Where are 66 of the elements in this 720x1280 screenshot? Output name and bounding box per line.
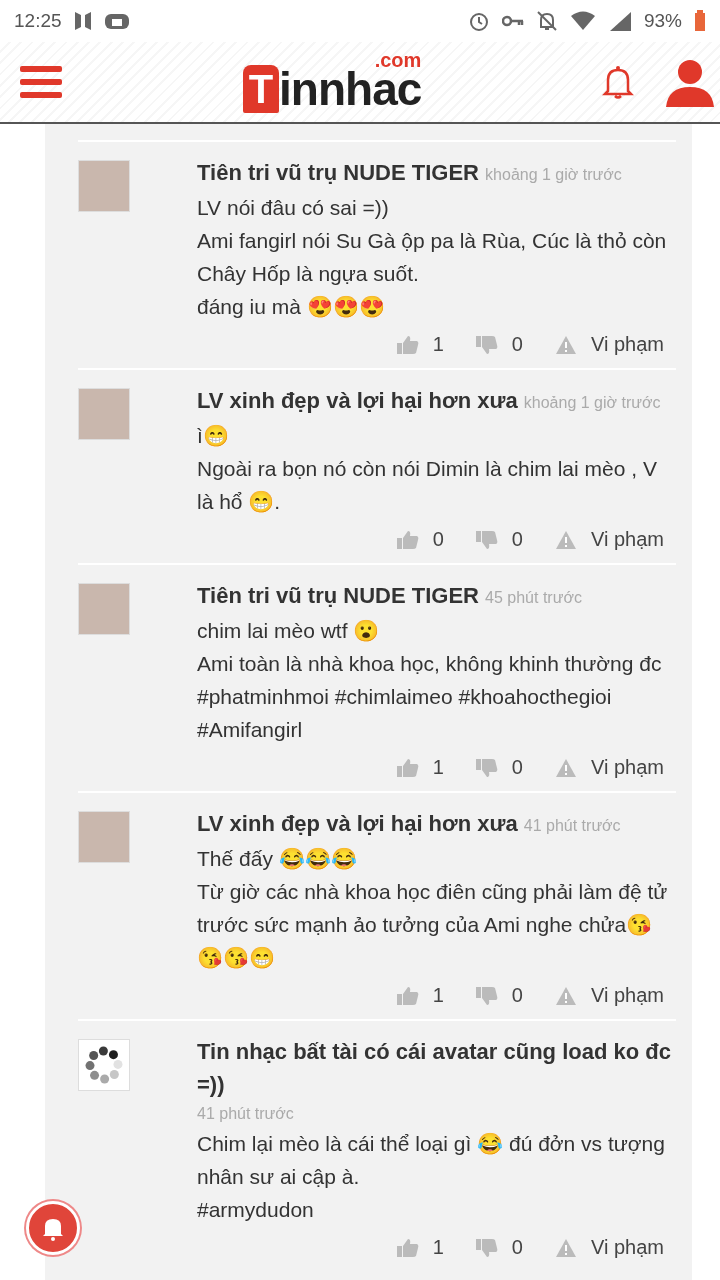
avatar-photo-placeholder[interactable] — [78, 583, 130, 635]
thumbs-down-icon[interactable] — [475, 985, 498, 1006]
mute-icon — [535, 10, 558, 32]
comment-text: #armydudon — [197, 1197, 315, 1223]
thumbs-up-icon[interactable] — [396, 985, 419, 1006]
comment-text: #phatminhmoi #chimlaimeo #khoahocthegioi #Amifangirl — [197, 684, 613, 743]
thumbs-down-icon[interactable] — [475, 1237, 498, 1258]
battery-percent: 93% — [643, 10, 682, 32]
dislike-count: 0 — [511, 1236, 523, 1259]
comment-text: Thế đấy 😂😂😂 — [197, 846, 358, 872]
comment-author[interactable]: LV xinh đẹp và lợi hại hơn xưa khoảng 1 giờ trước — [197, 384, 676, 419]
report-link[interactable]: Vi phạm — [591, 333, 664, 356]
dislike-count: 0 — [511, 333, 523, 356]
clock-time: 12:25 — [14, 10, 62, 32]
comment-author[interactable]: LV xinh đẹp và lợi hại hơn xưa 41 phút trước — [197, 807, 676, 842]
thumbs-up-icon[interactable] — [396, 334, 419, 355]
avatar-photo-placeholder[interactable] — [78, 160, 130, 212]
comment-text: Ami toàn là nhà khoa học, không khinh thường đc — [197, 651, 663, 677]
warning-icon[interactable] — [555, 334, 577, 355]
report-link[interactable]: Vi phạm — [591, 1236, 664, 1259]
avatar-photo-placeholder[interactable] — [78, 388, 130, 440]
warning-icon[interactable] — [555, 529, 577, 550]
dislike-count: 0 — [511, 984, 523, 1007]
comment-text: Ami fangirl nói Su Gà ộp pa là Rùa, Cúc là thỏ còn Chây Hốp là ngựa suốt. — [197, 228, 668, 287]
menu-icon[interactable] — [20, 64, 62, 100]
comment-text: đáng iu mà 😍😍😍 — [197, 294, 386, 320]
comment-text: Từ giờ các nhà khoa học điên cũng phải làm đệ tử trước sức mạnh ảo tưởng của Ami nghe chửa😘😘😘😁 — [197, 879, 669, 971]
logo-mark[interactable]: T — [242, 65, 280, 113]
loading-avatar-icon — [78, 1039, 130, 1091]
like-count: 1 — [432, 756, 444, 779]
like-count: 1 — [432, 1236, 444, 1259]
comment-author[interactable]: Tin nhạc bất tài có cái avatar cũng load ko đc =)) — [197, 1035, 676, 1101]
logo-suffix: .com — [374, 49, 422, 71]
comment-text: chim lai mèo wtf 😮 — [197, 618, 381, 644]
like-count: 1 — [432, 333, 444, 356]
report-link[interactable]: Vi phạm — [591, 756, 664, 779]
warning-icon[interactable] — [555, 1237, 577, 1258]
key-icon — [501, 14, 524, 28]
thumbs-up-icon[interactable] — [396, 1237, 419, 1258]
thumbs-down-icon[interactable] — [475, 529, 498, 550]
report-link[interactable]: Vi phạm — [591, 528, 664, 551]
warning-icon[interactable] — [555, 757, 577, 778]
thumbs-down-icon[interactable] — [475, 757, 498, 778]
alarm-icon — [467, 10, 490, 32]
avatar-photo-placeholder[interactable] — [78, 811, 130, 863]
comment-author[interactable]: Tiên tri vũ trụ NUDE TIGER 45 phút trước — [197, 579, 676, 614]
like-count: 0 — [432, 528, 444, 551]
comment-text: Chim lại mèo là cái thể loại gì 😂 đú đởn vs tượng nhân sư ai cập à. — [197, 1131, 666, 1190]
thumbs-down-icon[interactable] — [475, 334, 498, 355]
thumbs-up-icon[interactable] — [396, 529, 419, 550]
comment-text: Ngoài ra bọn nó còn nói Dimin là chim lai mèo , V là hổ 😁. — [197, 456, 658, 515]
dislike-count: 0 — [511, 528, 523, 551]
battery-icon — [694, 10, 706, 32]
like-count: 1 — [432, 984, 444, 1007]
thumbs-up-icon[interactable] — [396, 757, 419, 778]
user-icon[interactable] — [664, 57, 716, 107]
comment-text: ì😁 — [197, 423, 230, 449]
wifi-icon — [569, 11, 596, 31]
dislike-count: 0 — [511, 756, 523, 779]
comment-author[interactable]: Tiên tri vũ trụ NUDE TIGER khoảng 1 giờ trước — [197, 156, 676, 191]
notification-bell-button[interactable] — [26, 1201, 80, 1255]
warning-icon[interactable] — [555, 985, 577, 1006]
comment-time: 41 phút trước — [197, 1104, 295, 1124]
comment-text: LV nói đâu có sai =)) — [197, 195, 390, 221]
report-link[interactable]: Vi phạm — [591, 984, 664, 1007]
bell-icon[interactable] — [602, 64, 634, 100]
